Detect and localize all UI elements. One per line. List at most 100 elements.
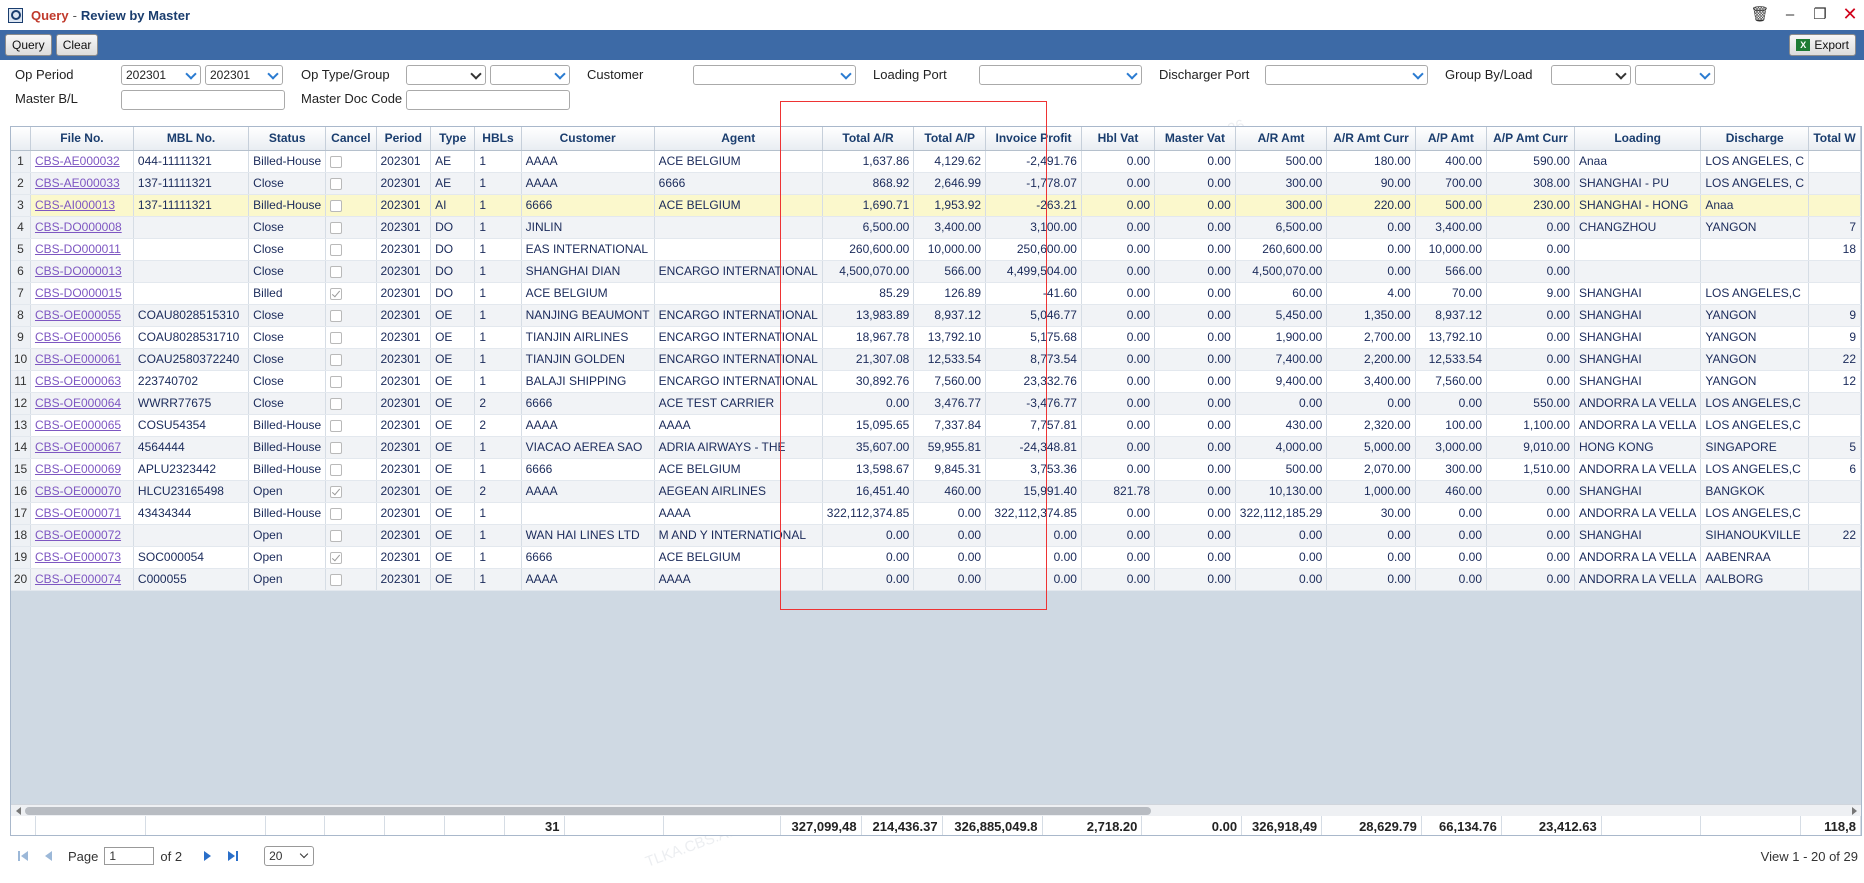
master-bl-input[interactable]	[121, 90, 285, 110]
minimize-icon[interactable]: –	[1782, 6, 1798, 23]
column-header[interactable]: Period	[376, 127, 432, 151]
table-row[interactable]: 20 CBS-OE000074 C000055 Open 202301 OE 1 AAAA AA…	[11, 568, 1861, 591]
column-header[interactable]: A/R Amt Curr	[1326, 127, 1416, 151]
close-icon[interactable]: ✕	[1842, 4, 1858, 24]
column-header[interactable]: A/P Amt Curr	[1486, 127, 1575, 151]
cancel-checkbox[interactable]	[330, 551, 343, 564]
column-header[interactable]: Discharge	[1700, 127, 1810, 151]
table-row[interactable]: 11 CBS-OE000063 223740702 Close 202301 OE 1 BAL…	[11, 370, 1861, 393]
table-row[interactable]: 16 CBS-OE000070 HLCU23165498 Open 202301 OE 2 A…	[11, 480, 1861, 503]
file-no-link[interactable]: CBS-DO000013	[35, 264, 122, 278]
table-row[interactable]: 12 CBS-OE000064 WWRR77675 Close 202301 OE 2 666…	[11, 392, 1861, 415]
first-page-icon[interactable]	[16, 849, 30, 863]
query-button[interactable]: Query	[5, 34, 52, 56]
scroll-left-icon[interactable]	[13, 806, 25, 816]
table-row[interactable]: 5 CBS-DO000011 Close 202301 DO 1 EAS INTERNATI…	[11, 238, 1861, 261]
table-row[interactable]: 8 CBS-OE000055 COAU8028515310 Close 202301 OE…	[11, 304, 1861, 327]
table-row[interactable]: 17 CBS-OE000071 43434344 Billed-House 202301…	[11, 502, 1861, 525]
table-row[interactable]: 13 CBS-OE000065 COSU54354 Billed-House 20230…	[11, 414, 1861, 437]
table-row[interactable]: 2 CBS-AE000033 137-11111321 Close 202301 AE 1 A…	[11, 172, 1861, 195]
restore-icon[interactable]: ❐	[1812, 6, 1828, 23]
table-row[interactable]: 7 CBS-DO000015 Billed 202301 DO 1 ACE BELGIUM 8…	[11, 282, 1861, 305]
cancel-checkbox[interactable]	[330, 573, 343, 586]
cancel-checkbox[interactable]	[330, 177, 343, 190]
column-header[interactable]: Master Vat	[1154, 127, 1236, 151]
column-header[interactable]: Status	[248, 127, 327, 151]
cancel-checkbox[interactable]	[330, 243, 343, 256]
table-row[interactable]: 19 CBS-OE000073 SOC000054 Open 202301 OE 1 6666…	[11, 546, 1861, 569]
rows-per-page-select[interactable]: 20	[264, 846, 315, 866]
next-page-icon[interactable]	[200, 849, 214, 863]
file-no-link[interactable]: CBS-DO000011	[35, 242, 121, 256]
table-row[interactable]: 9 CBS-OE000056 COAU8028531710 Close 202301 OE…	[11, 326, 1861, 349]
cancel-checkbox[interactable]	[330, 419, 343, 432]
column-header[interactable]: File No.	[30, 127, 134, 151]
master-doc-code-input[interactable]	[406, 90, 570, 110]
file-no-link[interactable]: CBS-OE000064	[35, 396, 121, 410]
cancel-checkbox[interactable]	[330, 221, 343, 234]
table-row[interactable]: 14 CBS-OE000067 4564444 Billed-House 202301 O…	[11, 436, 1861, 459]
cancel-checkbox[interactable]	[330, 199, 343, 212]
group-by-select[interactable]	[1551, 65, 1631, 85]
cancel-checkbox[interactable]	[330, 485, 343, 498]
op-period-from-select[interactable]: 202301	[121, 65, 201, 85]
file-no-link[interactable]: CBS-OE000067	[35, 440, 121, 454]
table-row[interactable]: 4 CBS-DO000008 Close 202301 DO 1 JINLIN 6,500.0…	[11, 216, 1861, 239]
file-no-link[interactable]: CBS-OE000056	[35, 330, 121, 344]
file-no-link[interactable]: CBS-DO000015	[35, 286, 122, 300]
customer-select[interactable]	[693, 65, 856, 85]
table-row[interactable]: 15 CBS-OE000069 APLU2323442 Billed-House 202…	[11, 458, 1861, 481]
file-no-link[interactable]: CBS-AI000013	[35, 198, 115, 212]
table-row[interactable]: 3 CBS-AI000013 137-11111321 Billed-House 202…	[11, 194, 1861, 217]
file-no-link[interactable]: CBS-OE000069	[35, 462, 121, 476]
page-number-input[interactable]: 1	[104, 847, 155, 865]
prev-page-icon[interactable]	[42, 849, 56, 863]
column-header[interactable]: A/P Amt	[1415, 127, 1488, 151]
cancel-checkbox[interactable]	[330, 265, 343, 278]
op-period-to-select[interactable]: 202301	[205, 65, 283, 85]
cancel-checkbox[interactable]	[330, 507, 343, 520]
file-no-link[interactable]: CBS-OE000074	[35, 572, 121, 586]
file-no-link[interactable]: CBS-OE000061	[35, 352, 121, 366]
column-header[interactable]: A/R Amt	[1235, 127, 1328, 151]
trash-icon[interactable]: 🗑	[1750, 6, 1769, 23]
cancel-checkbox[interactable]	[330, 375, 343, 388]
group-load-select[interactable]	[1635, 65, 1715, 85]
op-type-select[interactable]	[406, 65, 486, 85]
cancel-checkbox[interactable]	[330, 397, 343, 410]
column-header[interactable]: Hbl Vat	[1081, 127, 1156, 151]
table-row[interactable]: 18 CBS-OE000072 Open 202301 OE 1 WAN HAI LINES…	[11, 524, 1861, 547]
file-no-link[interactable]: CBS-OE000055	[35, 308, 121, 322]
column-header[interactable]: Loading	[1574, 127, 1702, 151]
op-group-select[interactable]	[490, 65, 570, 85]
file-no-link[interactable]: CBS-AE000033	[35, 176, 120, 190]
file-no-link[interactable]: CBS-OE000072	[35, 528, 121, 542]
export-button[interactable]: X Export	[1789, 34, 1856, 56]
horizontal-scrollbar[interactable]	[11, 804, 1861, 816]
file-no-link[interactable]: CBS-OE000073	[35, 550, 121, 564]
column-header[interactable]: Total W	[1808, 127, 1861, 151]
column-header[interactable]: HBLs	[474, 127, 522, 151]
table-row[interactable]: 10 CBS-OE000061 COAU2580372240 Close 202301 O…	[11, 348, 1861, 371]
column-header[interactable]: Total A/R	[822, 127, 915, 151]
loading-port-select[interactable]	[979, 65, 1142, 85]
file-no-link[interactable]: CBS-OE000065	[35, 418, 121, 432]
file-no-link[interactable]: CBS-OE000071	[35, 506, 121, 520]
discharger-port-select[interactable]	[1265, 65, 1428, 85]
clear-button[interactable]: Clear	[55, 34, 99, 56]
table-row[interactable]: 1 CBS-AE000032 044-11111321 Billed-House 202…	[11, 150, 1861, 173]
cancel-checkbox[interactable]	[330, 155, 343, 168]
scrollbar-thumb[interactable]	[25, 807, 1151, 815]
column-header[interactable]: Agent	[654, 127, 823, 151]
column-header[interactable]: Customer	[521, 127, 655, 151]
cancel-checkbox[interactable]	[330, 529, 343, 542]
last-page-icon[interactable]	[226, 849, 240, 863]
column-header[interactable]: Invoice Profit	[985, 127, 1082, 151]
cancel-checkbox[interactable]	[330, 331, 343, 344]
cancel-checkbox[interactable]	[330, 353, 343, 366]
column-header[interactable]: Total A/P	[913, 127, 987, 151]
table-row[interactable]: 6 CBS-DO000013 Close 202301 DO 1 SHANGHAI DIAN…	[11, 260, 1861, 283]
cancel-checkbox[interactable]	[330, 309, 343, 322]
file-no-link[interactable]: CBS-OE000070	[35, 484, 121, 498]
cancel-checkbox[interactable]	[330, 463, 343, 476]
